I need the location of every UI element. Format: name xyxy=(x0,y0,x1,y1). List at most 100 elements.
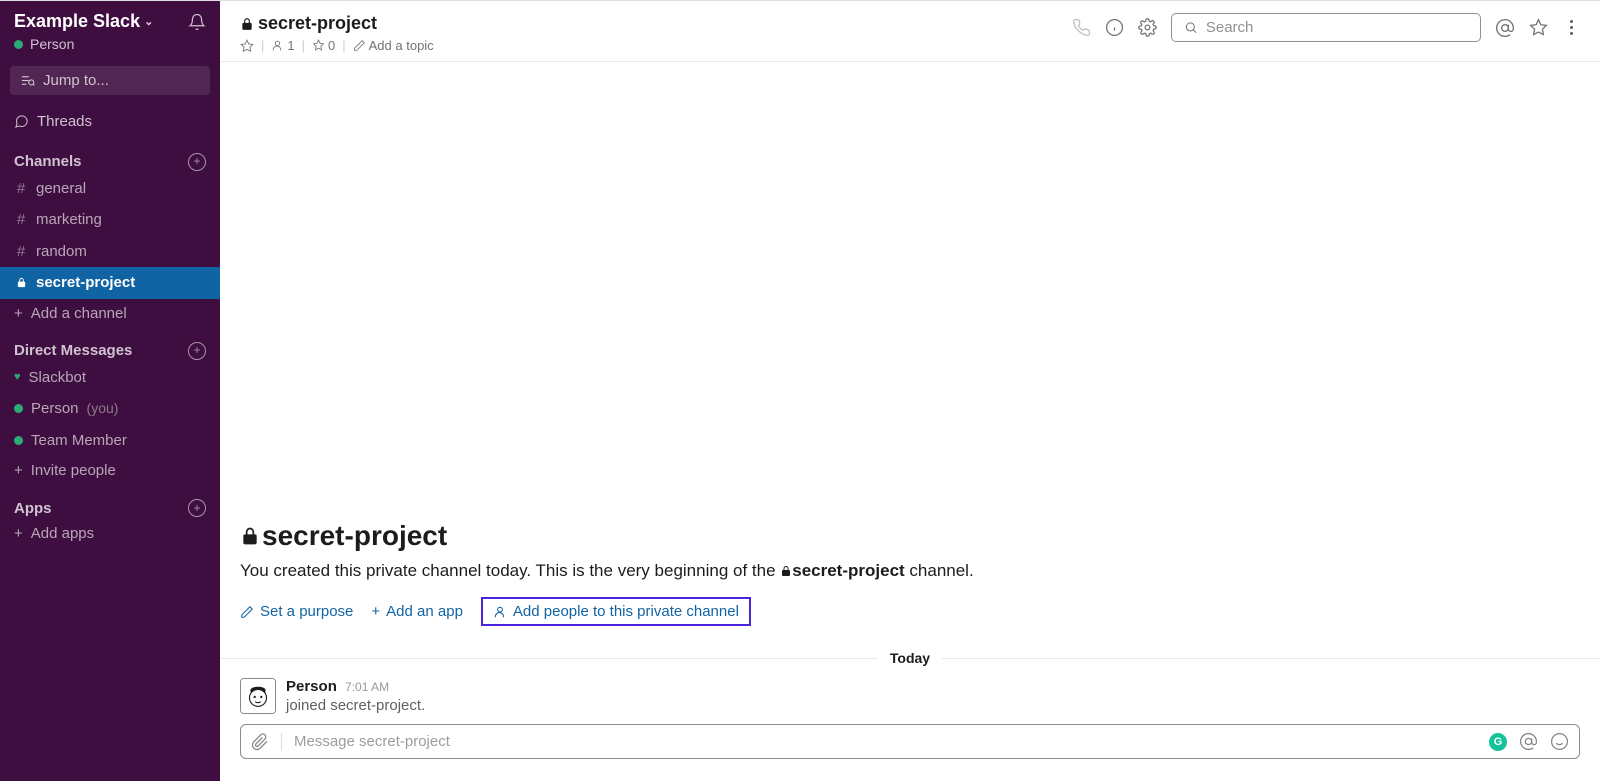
composer-input[interactable] xyxy=(294,733,1477,750)
plus-icon: + xyxy=(14,462,23,479)
message-row[interactable]: Person 7:01 AM joined secret-project. xyxy=(220,670,1600,724)
sidebar-channel-secret-project[interactable]: secret-project xyxy=(0,267,220,299)
threads-icon xyxy=(14,114,29,129)
presence-dot-icon xyxy=(14,40,23,49)
avatar[interactable] xyxy=(240,678,276,714)
day-divider: Today xyxy=(220,650,1600,666)
add-channel-label: Add a channel xyxy=(31,305,127,322)
hash-icon: # xyxy=(14,176,28,202)
jump-icon xyxy=(20,73,35,88)
dm-name-label: Person xyxy=(31,396,79,422)
add-dm-icon[interactable]: + xyxy=(188,342,206,360)
member-count[interactable]: 1 xyxy=(271,38,294,53)
pin-icon xyxy=(312,39,325,52)
apps-header-label: Apps xyxy=(14,500,52,517)
presence-dot-icon xyxy=(14,404,23,413)
sidebar-dm-team-member[interactable]: Team Member xyxy=(0,425,220,457)
lock-icon xyxy=(780,565,792,577)
add-app-label: Add an app xyxy=(386,603,463,620)
add-channel-link[interactable]: + Add a channel xyxy=(0,299,220,328)
jump-to-label: Jump to... xyxy=(43,72,109,89)
add-topic-label: Add a topic xyxy=(369,38,434,53)
grammarly-icon[interactable]: G xyxy=(1489,733,1507,751)
search-input[interactable] xyxy=(1206,19,1468,36)
hash-icon: # xyxy=(14,239,28,265)
workspace-switcher[interactable]: Example Slack ⌄ xyxy=(14,11,153,32)
sidebar-channel-random[interactable]: # random xyxy=(0,236,220,268)
hash-icon: # xyxy=(14,207,28,233)
plus-icon: + xyxy=(14,525,23,542)
invite-people-label: Invite people xyxy=(31,462,116,479)
message-time: 7:01 AM xyxy=(345,680,389,694)
add-apps-label: Add apps xyxy=(31,525,94,542)
intro-title: secret-project xyxy=(240,520,1580,552)
apps-section-header: Apps + xyxy=(0,485,220,519)
message-composer[interactable]: G xyxy=(240,724,1580,759)
channel-intro: secret-project You created this private … xyxy=(220,520,1600,641)
add-topic-button[interactable]: Add a topic xyxy=(353,38,434,53)
more-actions-icon[interactable] xyxy=(1562,20,1580,35)
jump-to-button[interactable]: Jump to... xyxy=(10,66,210,95)
message-text: joined secret-project. xyxy=(286,697,425,714)
set-purpose-button[interactable]: Set a purpose xyxy=(240,603,353,620)
add-people-label: Add people to this private channel xyxy=(513,603,739,620)
pencil-icon xyxy=(353,39,366,52)
dm-name-label: Team Member xyxy=(31,428,127,454)
search-box[interactable] xyxy=(1171,13,1481,42)
attachment-icon[interactable] xyxy=(251,733,282,751)
phone-icon[interactable] xyxy=(1072,18,1091,37)
presence-dot-icon xyxy=(14,436,23,445)
channel-title-label: secret-project xyxy=(258,13,377,34)
sidebar-dm-person[interactable]: Person (you) xyxy=(0,393,220,425)
plus-icon: + xyxy=(371,603,380,620)
day-label: Today xyxy=(890,650,930,666)
channel-name-label: random xyxy=(36,239,87,265)
add-app-button[interactable]: + Add an app xyxy=(371,603,463,620)
sidebar-channel-general[interactable]: #general xyxy=(0,173,220,205)
sidebar-dm-slackbot[interactable]: ♥ Slackbot xyxy=(0,362,220,394)
gear-icon[interactable] xyxy=(1138,18,1157,37)
sidebar-channel-marketing[interactable]: # marketing xyxy=(0,204,220,236)
invite-people-link[interactable]: + Invite people xyxy=(0,456,220,485)
channels-section-header: Channels + xyxy=(0,139,220,173)
add-apps-link[interactable]: + Add apps xyxy=(0,519,220,548)
star-header-icon[interactable] xyxy=(1529,18,1548,37)
star-button[interactable] xyxy=(240,39,254,53)
bell-icon[interactable] xyxy=(188,13,206,31)
plus-icon: + xyxy=(14,305,23,322)
threads-link[interactable]: Threads xyxy=(0,105,220,139)
heart-icon: ♥ xyxy=(14,368,21,387)
search-icon xyxy=(1184,20,1198,35)
dm-section-header: Direct Messages + xyxy=(0,328,220,362)
main-panel: secret-project | 1 | 0 xyxy=(220,1,1600,781)
info-icon[interactable] xyxy=(1105,18,1124,37)
current-user-presence[interactable]: Person xyxy=(0,36,220,62)
emoji-icon[interactable] xyxy=(1550,732,1569,751)
threads-label: Threads xyxy=(37,109,92,135)
pin-count-value: 0 xyxy=(328,38,335,53)
you-label: (you) xyxy=(87,397,119,421)
channel-name-label: marketing xyxy=(36,207,102,233)
channels-header-label: Channels xyxy=(14,153,82,170)
lock-icon xyxy=(240,17,254,31)
dm-name-label: Slackbot xyxy=(29,365,87,391)
member-count-value: 1 xyxy=(287,38,294,53)
current-user-name: Person xyxy=(30,36,74,52)
add-app-sidebar-icon[interactable]: + xyxy=(188,499,206,517)
add-people-button[interactable]: Add people to this private channel xyxy=(481,597,751,626)
mentions-icon[interactable] xyxy=(1495,18,1515,38)
person-icon xyxy=(271,39,284,52)
add-channel-icon[interactable]: + xyxy=(188,153,206,171)
person-icon xyxy=(493,605,507,619)
lock-icon xyxy=(240,526,260,546)
message-area: secret-project You created this private … xyxy=(220,62,1600,724)
pencil-icon xyxy=(240,605,254,619)
channel-title[interactable]: secret-project xyxy=(240,13,434,34)
mention-icon[interactable] xyxy=(1519,732,1538,751)
pin-count[interactable]: 0 xyxy=(312,38,335,53)
star-icon xyxy=(240,39,254,53)
dm-header-label: Direct Messages xyxy=(14,342,132,359)
message-sender[interactable]: Person xyxy=(286,678,337,695)
channel-header: secret-project | 1 | 0 xyxy=(220,1,1600,62)
intro-title-label: secret-project xyxy=(262,520,447,552)
